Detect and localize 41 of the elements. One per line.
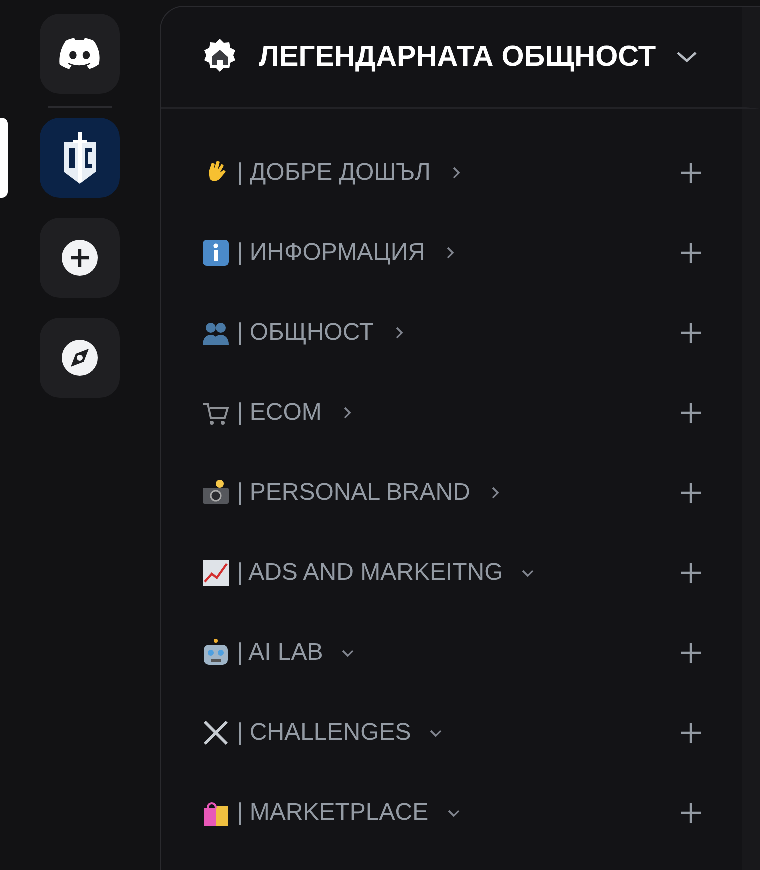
plus-icon (680, 802, 702, 824)
category-header[interactable]: | PERSONAL BRAND (201, 478, 680, 508)
category-header[interactable]: | ОБЩНОСТ (201, 318, 680, 348)
discover-button[interactable] (40, 318, 120, 398)
info-icon (201, 238, 231, 268)
create-channel-button[interactable] (680, 562, 702, 584)
create-channel-button[interactable] (680, 242, 702, 264)
compass-icon (61, 339, 99, 377)
discord-logo-button[interactable] (40, 14, 120, 94)
server-name: ЛЕГЕНДАРНАТА ОБЩНОСТ (259, 40, 656, 74)
discord-logo-icon (59, 38, 101, 70)
plus-icon (680, 562, 702, 584)
plus-icon (680, 642, 702, 664)
robot-icon (201, 638, 231, 668)
create-channel-button[interactable] (680, 402, 702, 424)
category-header[interactable]: | AI LAB (201, 638, 680, 668)
add-server-button[interactable] (40, 218, 120, 298)
plus-icon (680, 482, 702, 504)
create-channel-button[interactable] (680, 162, 702, 184)
category-header[interactable]: | ДОБРЕ ДОШЪЛ (201, 158, 680, 188)
plus-icon (680, 402, 702, 424)
category-header[interactable]: | CHALLENGES (201, 718, 680, 748)
create-channel-button[interactable] (680, 482, 702, 504)
create-channel-button[interactable] (680, 642, 702, 664)
server-header[interactable]: ЛЕГЕНДАРНАТА ОБЩНОСТ (161, 7, 760, 109)
category-header[interactable]: | ECOM (201, 398, 680, 428)
create-channel-button[interactable] (680, 802, 702, 824)
category-header[interactable]: | MARKETPLACE (201, 798, 680, 828)
category-header[interactable]: | ADS AND MARKEITNG (201, 558, 680, 588)
chevron-down-icon (676, 50, 698, 64)
chart-up-icon (201, 558, 231, 588)
crossed-swords-icon (201, 718, 231, 748)
plus-icon (680, 162, 702, 184)
plus-icon (680, 722, 702, 744)
plus-icon (680, 322, 702, 344)
create-channel-button[interactable] (680, 322, 702, 344)
plus-circle-icon (61, 239, 99, 277)
create-channel-button[interactable] (680, 722, 702, 744)
plus-icon (680, 242, 702, 264)
server-icon-button[interactable] (40, 118, 120, 198)
category-header[interactable]: | ИНФОРМАЦИЯ (201, 238, 680, 268)
